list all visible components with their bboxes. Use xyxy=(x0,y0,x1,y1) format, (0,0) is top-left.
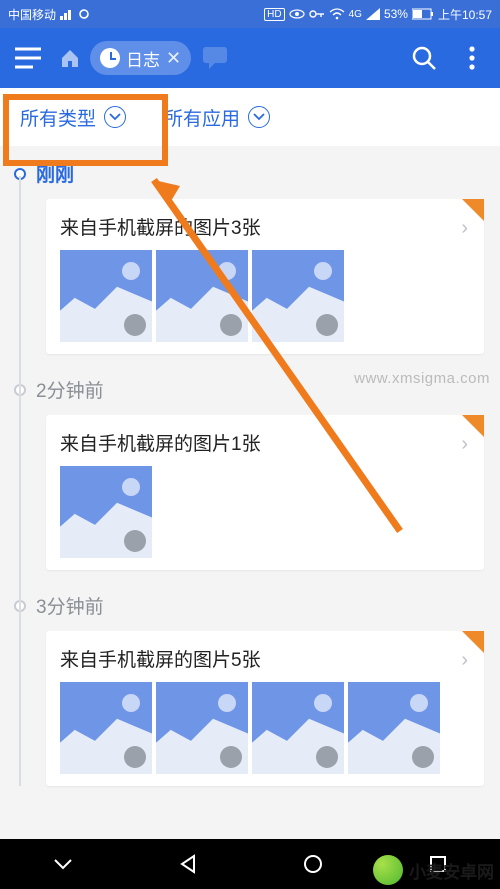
time-label: 2分钟前 xyxy=(36,376,104,403)
image-thumbnail[interactable] xyxy=(60,682,152,774)
feed-card[interactable]: 来自手机截屏的图片3张 › xyxy=(46,199,484,354)
clock-label: 上午10:57 xyxy=(438,6,492,23)
feed: 刚刚 来自手机截屏的图片3张 › 2分钟前 来自手机截屏的图片1张 › 3分钟前… xyxy=(0,146,500,786)
filter-app-label: 所有应用 xyxy=(164,104,240,131)
time-label: 3分钟前 xyxy=(36,592,104,619)
timeline-line xyxy=(19,176,21,786)
brand-footer: 小麦安卓网 xyxy=(373,855,494,885)
hd-indicator: HD xyxy=(264,8,284,21)
thumbnail-row xyxy=(60,466,470,558)
home-icon xyxy=(59,47,81,69)
hamburger-icon xyxy=(15,47,41,69)
filter-type-label: 所有类型 xyxy=(20,104,96,131)
image-thumbnail[interactable] xyxy=(348,682,440,774)
brand-name: 小麦安卓网 xyxy=(409,858,494,883)
card-title: 来自手机截屏的图片3张 xyxy=(60,213,470,240)
nav-home-button[interactable] xyxy=(283,854,343,874)
home-button[interactable] xyxy=(54,42,86,74)
image-thumbnail[interactable] xyxy=(252,682,344,774)
chevron-down-icon xyxy=(53,857,73,871)
image-thumbnail[interactable] xyxy=(60,466,152,558)
circle-home-icon xyxy=(303,854,323,874)
clock-icon xyxy=(100,48,120,68)
feed-card[interactable]: 来自手机截屏的图片1张 › xyxy=(46,415,484,570)
image-thumbnail[interactable] xyxy=(60,250,152,342)
chevron-down-icon xyxy=(104,106,126,128)
image-thumbnail[interactable] xyxy=(156,682,248,774)
card-title: 来自手机截屏的图片1张 xyxy=(60,429,470,456)
tab-label: 日志 xyxy=(126,46,160,71)
chat-ghost-icon xyxy=(201,45,231,71)
card-title: 来自手机截屏的图片5张 xyxy=(60,645,470,672)
eye-icon xyxy=(289,8,305,20)
chevron-right-icon: › xyxy=(461,649,468,672)
app-bar: 日志 ✕ xyxy=(0,28,500,88)
filter-bar: 所有类型 所有应用 xyxy=(0,88,500,146)
status-bar: 中国移动 HD 4G 53% 上午10:57 xyxy=(0,0,500,28)
thumbnail-row xyxy=(60,250,470,342)
chart-icon xyxy=(60,8,74,20)
more-button[interactable] xyxy=(450,36,494,80)
search-icon xyxy=(411,45,437,71)
vpn-key-icon xyxy=(309,8,325,20)
carrier-label: 中国移动 xyxy=(8,6,56,23)
image-thumbnail[interactable] xyxy=(156,250,248,342)
loop-icon xyxy=(78,8,92,20)
status-right: HD 4G 53% 上午10:57 xyxy=(264,6,492,23)
chevron-right-icon: › xyxy=(461,217,468,240)
menu-button[interactable] xyxy=(6,36,50,80)
status-left: 中国移动 xyxy=(8,6,92,23)
filter-type-dropdown[interactable]: 所有类型 xyxy=(0,88,146,146)
time-header: 2分钟前 xyxy=(0,366,500,411)
thumbnail-row xyxy=(60,682,470,774)
chevron-right-icon: › xyxy=(461,433,468,456)
chevron-down-icon xyxy=(248,106,270,128)
feed-card[interactable]: 来自手机截屏的图片5张 › xyxy=(46,631,484,786)
active-tab[interactable]: 日志 ✕ xyxy=(90,41,191,75)
filter-app-dropdown[interactable]: 所有应用 xyxy=(156,88,278,146)
nav-hide-button[interactable] xyxy=(33,857,93,871)
brand-logo-icon xyxy=(373,855,403,885)
battery-pct: 53% xyxy=(384,7,408,21)
nav-back-button[interactable] xyxy=(158,854,218,874)
more-vertical-icon xyxy=(468,45,476,71)
network-label: 4G xyxy=(349,9,362,20)
signal-icon xyxy=(366,8,380,20)
battery-icon xyxy=(412,8,434,20)
wifi-icon xyxy=(329,8,345,20)
image-thumbnail[interactable] xyxy=(252,250,344,342)
search-button[interactable] xyxy=(402,36,446,80)
time-label: 刚刚 xyxy=(36,160,74,187)
time-header: 3分钟前 xyxy=(0,582,500,627)
time-header: 刚刚 xyxy=(0,150,500,195)
close-tab-button[interactable]: ✕ xyxy=(166,48,181,69)
triangle-back-icon xyxy=(178,854,198,874)
